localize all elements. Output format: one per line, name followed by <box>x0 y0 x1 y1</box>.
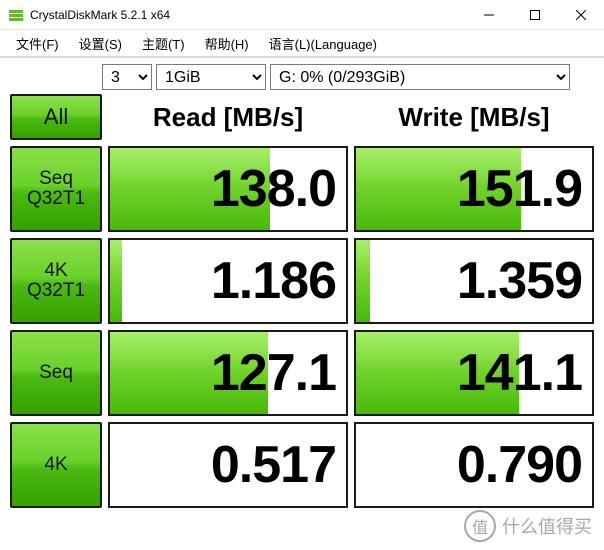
test-count-select[interactable]: 3 <box>102 64 152 90</box>
seq-q32t1-read: 138.0 <box>108 146 348 232</box>
seq-write: 141.1 <box>354 330 594 416</box>
value-text: 127.1 <box>211 343 336 403</box>
test-size-select[interactable]: 1GiB <box>156 64 266 90</box>
maximize-button[interactable] <box>512 0 558 30</box>
all-button-label: All <box>44 105 68 128</box>
menu-settings[interactable]: 设置(S) <box>69 32 132 55</box>
window-controls <box>466 0 604 30</box>
menu-file[interactable]: 文件(F) <box>6 32 69 55</box>
fourk-button[interactable]: 4K <box>10 422 102 508</box>
menubar: 文件(F) 设置(S) 主题(T) 帮助(H) 语言(L)(Language) <box>0 30 604 56</box>
value-text: 151.9 <box>457 159 582 219</box>
fourk-write: 0.790 <box>354 422 594 508</box>
value-text: 141.1 <box>457 343 582 403</box>
value-text: 1.359 <box>457 251 582 311</box>
menu-theme[interactable]: 主题(T) <box>132 32 195 55</box>
value-text: 0.517 <box>211 435 336 495</box>
window-title: CrystalDiskMark 5.2.1 x64 <box>30 8 466 22</box>
menu-help[interactable]: 帮助(H) <box>195 32 259 55</box>
value-text: 138.0 <box>211 159 336 219</box>
menu-language[interactable]: 语言(L)(Language) <box>259 32 387 55</box>
watermark: 值 什么值得买 <box>464 510 592 542</box>
titlebar: CrystalDiskMark 5.2.1 x64 <box>0 0 604 30</box>
close-button[interactable] <box>558 0 604 30</box>
value-text: 1.186 <box>211 251 336 311</box>
controls-row: 3 1GiB G: 0% (0/293GiB) <box>10 64 594 90</box>
fourk-q32t1-read: 1.186 <box>108 238 348 324</box>
fourk-read: 0.517 <box>108 422 348 508</box>
bar-fill <box>356 240 370 322</box>
seq-q32t1-write: 151.9 <box>354 146 594 232</box>
content-area: 3 1GiB G: 0% (0/293GiB) All Read [MB/s] … <box>0 56 604 518</box>
fourk-q32t1-write: 1.359 <box>354 238 594 324</box>
watermark-text: 什么值得买 <box>502 513 592 539</box>
watermark-icon: 值 <box>464 510 496 542</box>
app-icon <box>8 7 24 23</box>
header-read: Read [MB/s] <box>108 94 348 140</box>
header-write: Write [MB/s] <box>354 94 594 140</box>
value-text: 0.790 <box>457 435 582 495</box>
drive-select[interactable]: G: 0% (0/293GiB) <box>270 64 570 90</box>
minimize-button[interactable] <box>466 0 512 30</box>
all-button[interactable]: All <box>10 94 102 140</box>
fourk-q32t1-button[interactable]: 4K Q32T1 <box>10 238 102 324</box>
results-grid: All Read [MB/s] Write [MB/s] Seq Q32T1 1… <box>10 94 594 508</box>
seq-button[interactable]: Seq <box>10 330 102 416</box>
seq-q32t1-button[interactable]: Seq Q32T1 <box>10 146 102 232</box>
seq-read: 127.1 <box>108 330 348 416</box>
bar-fill <box>110 240 122 322</box>
